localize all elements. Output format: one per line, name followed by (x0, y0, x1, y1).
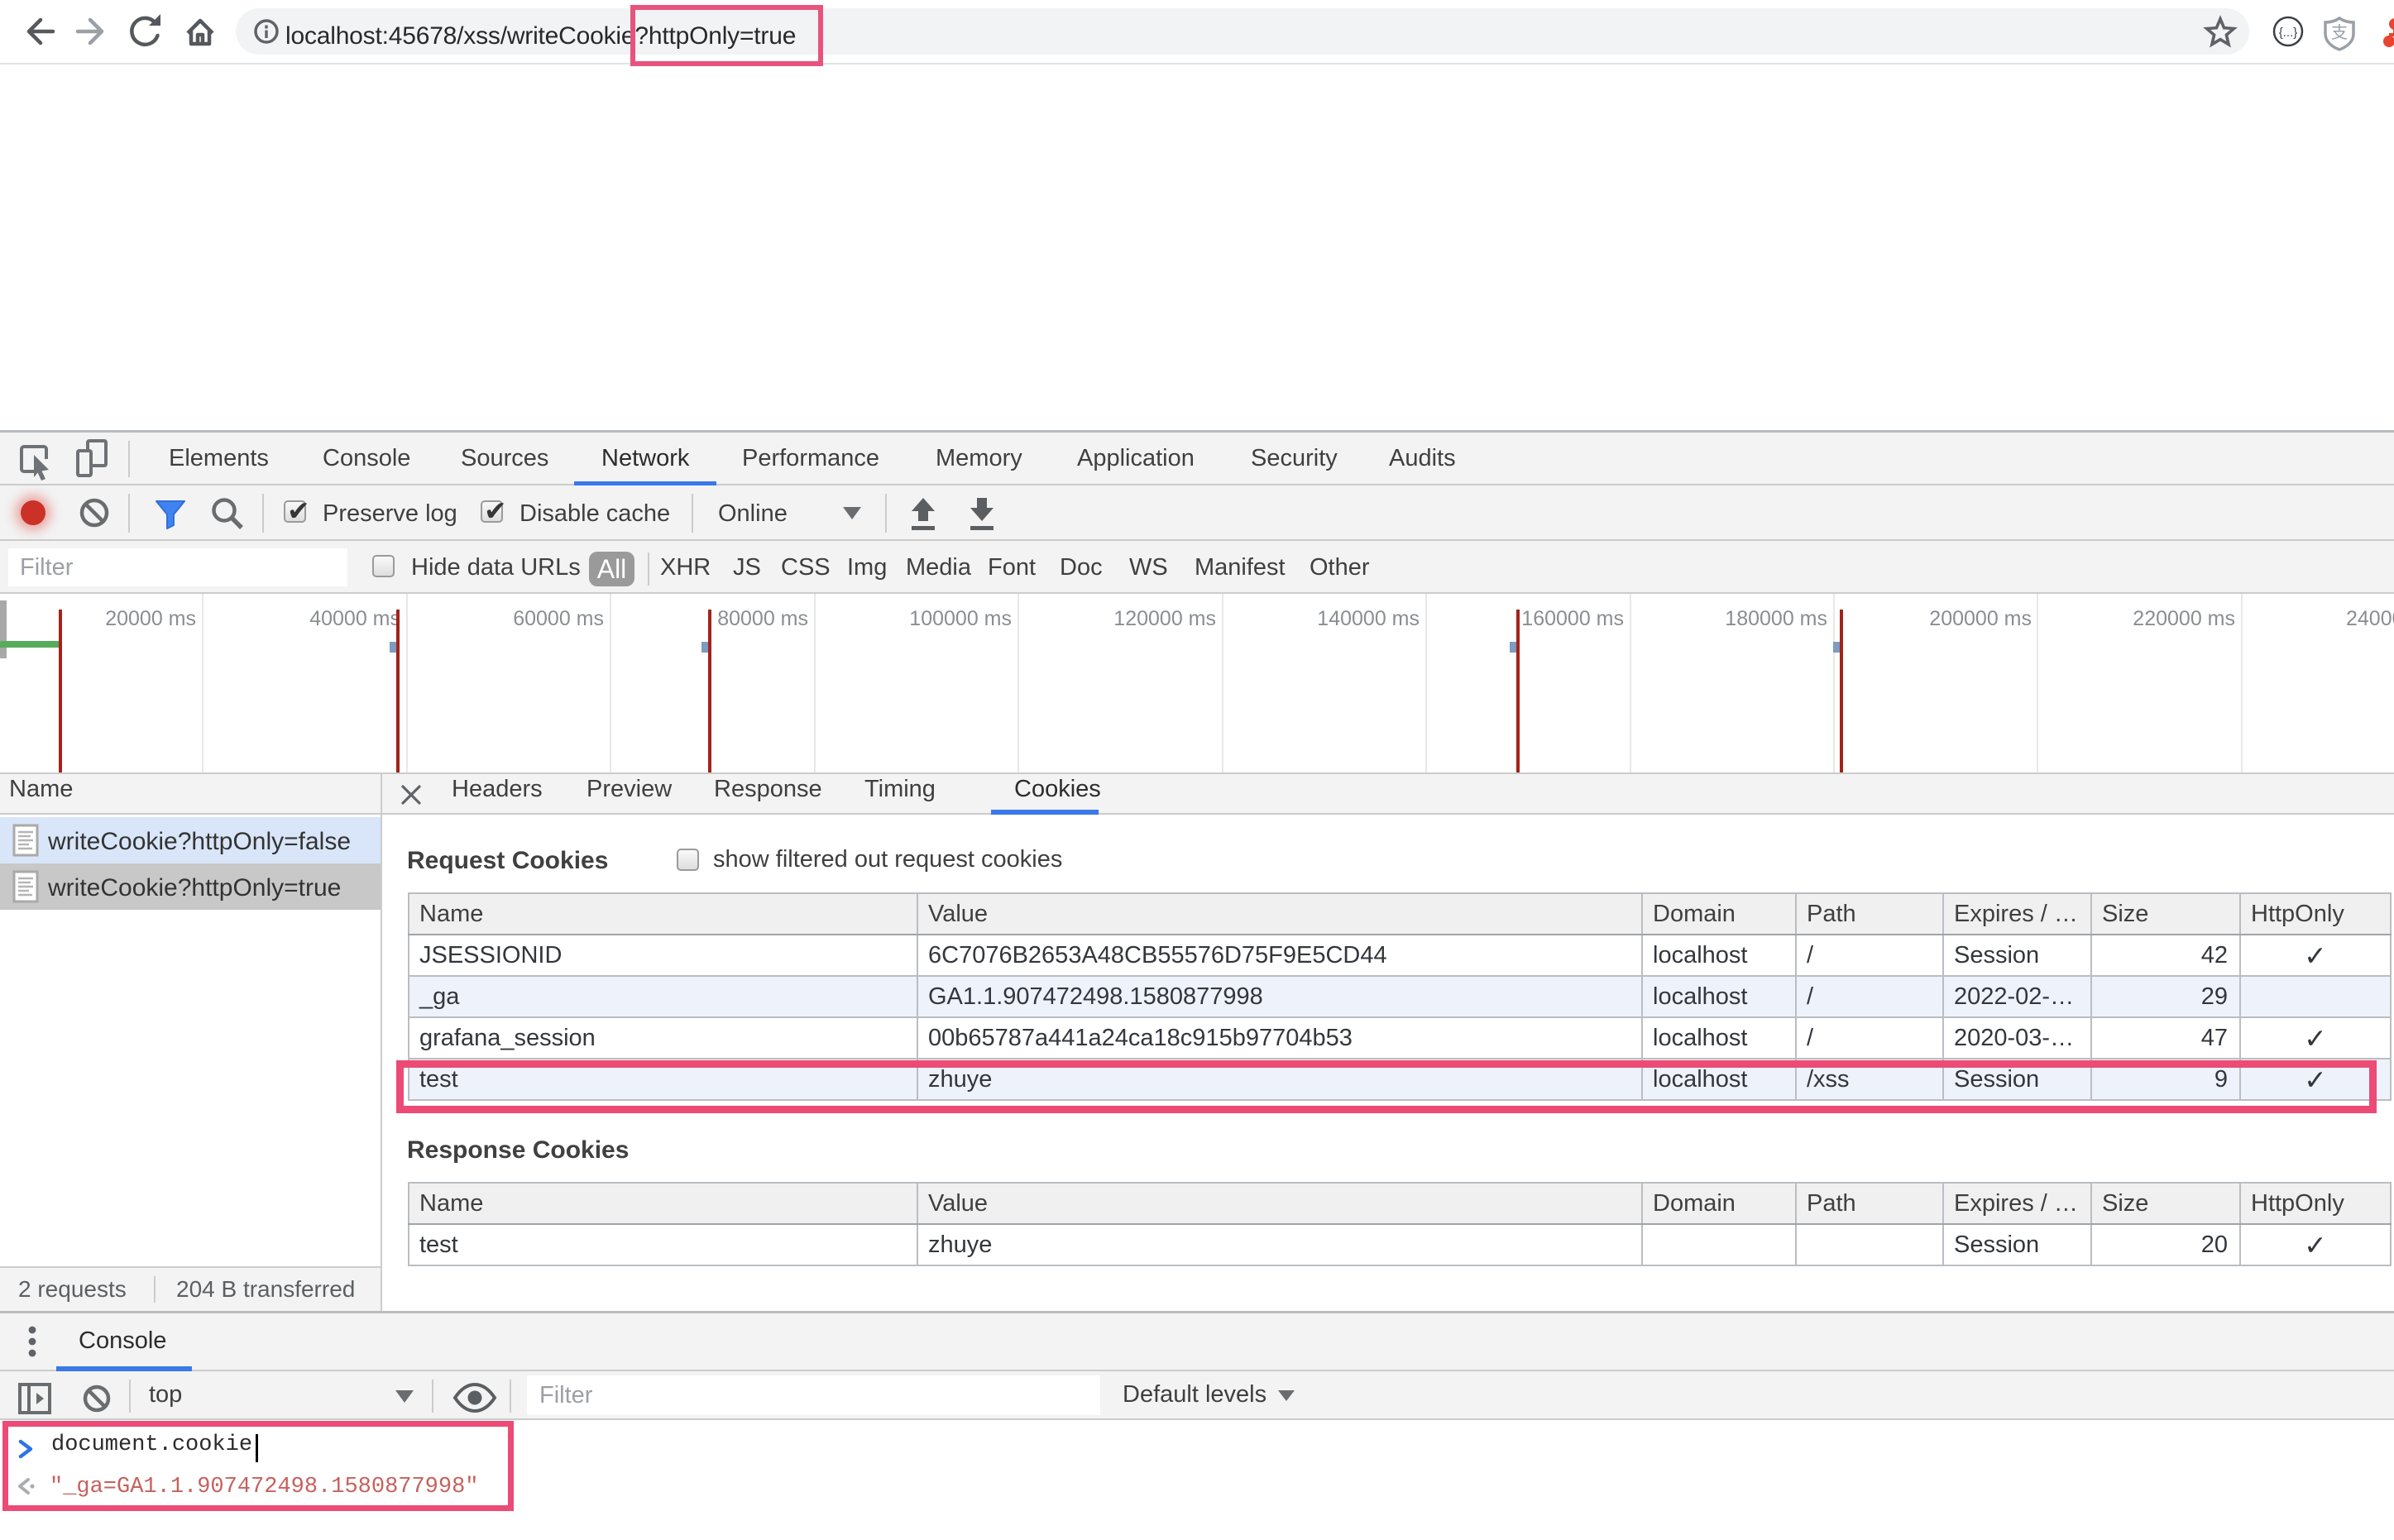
svg-text:{...}: {...} (2279, 26, 2298, 40)
svg-text:支: 支 (2331, 23, 2348, 42)
